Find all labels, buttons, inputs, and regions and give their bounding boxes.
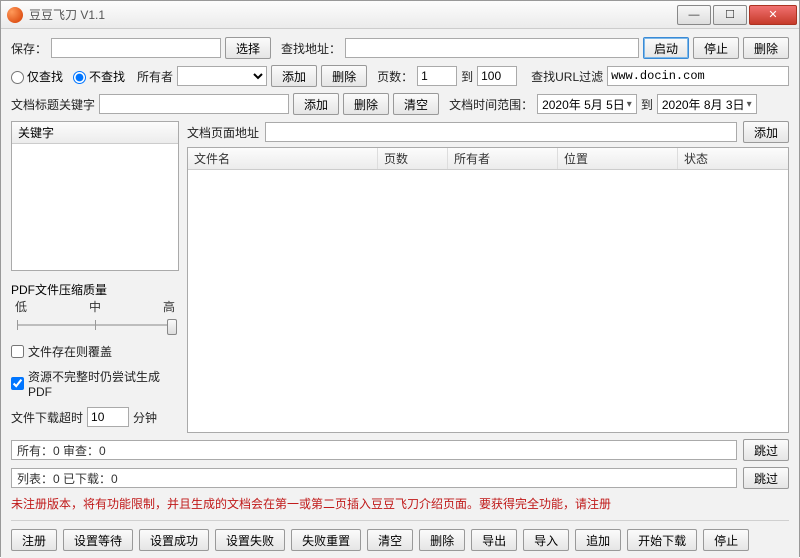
save-label: 保存： [11,40,47,57]
pages-to-label: 到 [461,68,473,85]
separator [11,520,789,521]
only-search-radio-label[interactable]: 仅查找 [11,68,63,85]
append-button[interactable]: 追加 [575,529,621,551]
title-kw-label: 文档标题关键字 [11,96,95,113]
overwrite-checkbox[interactable] [11,345,24,358]
set-fail-button[interactable]: 设置失败 [215,529,285,551]
col-owner[interactable]: 所有者 [448,148,558,169]
kw-add-button[interactable]: 添加 [293,93,339,115]
select-button[interactable]: 选择 [225,37,271,59]
file-table[interactable]: 文件名 页数 所有者 位置 状态 [187,147,789,433]
owner-del-button[interactable]: 删除 [321,65,367,87]
find-addr-label: 查找地址： [281,40,341,57]
quality-low: 低 [15,298,27,315]
chevron-down-icon: ▾ [747,99,752,110]
date-to-field[interactable]: 2020年 8月 3日 ▾ [657,94,757,114]
status-all: 所有：0 审查：0 [11,440,737,460]
app-icon [7,7,23,23]
kw-clear-button[interactable]: 清空 [393,93,439,115]
timeout-row: 文件下载超时 分钟 [11,407,179,427]
skip-button-1[interactable]: 跳过 [743,439,789,461]
stop-button[interactable]: 停止 [693,37,739,59]
date-to-value: 2020年 8月 3日 [662,96,745,113]
timeout-unit: 分钟 [133,409,157,426]
col-pages[interactable]: 页数 [378,148,448,169]
chevron-down-icon: ▾ [627,99,632,110]
window-title: 豆豆飞刀 V1.1 [29,6,105,23]
stop2-button[interactable]: 停止 [703,529,749,551]
set-success-button[interactable]: 设置成功 [139,529,209,551]
fail-reset-button[interactable]: 失败重置 [291,529,361,551]
row-save: 保存： 选择 查找地址： 启动 停止 删除 [11,37,789,59]
timeout-input[interactable] [87,407,129,427]
timeout-label: 文件下载超时 [11,409,83,426]
date-from-field[interactable]: 2020年 5月 5日 ▾ [537,94,637,114]
page-addr-input[interactable] [265,122,737,142]
col-location[interactable]: 位置 [558,148,678,169]
title-kw-input[interactable] [99,94,289,114]
owner-label: 所有者 [137,68,173,85]
import-button[interactable]: 导入 [523,529,569,551]
only-search-radio[interactable] [11,71,24,84]
bottom-toolbar: 注册 设置等待 设置成功 设置失败 失败重置 清空 删除 导出 导入 追加 开始… [11,529,789,551]
no-search-radio[interactable] [73,71,86,84]
try-gen-checkbox[interactable] [11,377,24,390]
url-filter-input[interactable] [607,66,789,86]
register-button[interactable]: 注册 [11,529,57,551]
owner-add-button[interactable]: 添加 [271,65,317,87]
page-to-input[interactable] [477,66,517,86]
save-path-input[interactable] [51,38,221,58]
start-button[interactable]: 启动 [643,37,689,59]
minimize-button[interactable]: — [677,5,711,25]
page-addr-add-button[interactable]: 添加 [743,121,789,143]
col-filename[interactable]: 文件名 [188,148,378,169]
col-status[interactable]: 状态 [678,148,788,169]
quality-high: 高 [163,298,175,315]
keyword-list[interactable]: 关键字 [11,121,179,271]
overwrite-row[interactable]: 文件存在则覆盖 [11,343,179,360]
no-search-radio-label[interactable]: 不查找 [73,68,125,85]
overwrite-label: 文件存在则覆盖 [28,343,112,360]
clear-button[interactable]: 清空 [367,529,413,551]
export-button[interactable]: 导出 [471,529,517,551]
url-filter-label: 查找URL过滤 [531,68,603,85]
pdf-quality-label: PDF文件压缩质量 [11,281,179,298]
quality-slider[interactable] [11,315,179,335]
try-gen-label: 资源不完整时仍尝试生成PDF [28,368,179,399]
quality-mid: 中 [89,298,101,315]
time-range-label: 文档时间范围： [449,96,533,113]
start-download-button[interactable]: 开始下载 [627,529,697,551]
delete2-button[interactable]: 删除 [419,529,465,551]
skip-button-2[interactable]: 跳过 [743,467,789,489]
close-button[interactable]: ✕ [749,5,797,25]
register-notice: 未注册版本，将有功能限制，并且生成的文档会在第一或第二页插入豆豆飞刀介绍页面。要… [11,495,789,512]
keyword-list-header: 关键字 [12,122,178,144]
page-addr-label: 文档页面地址 [187,124,259,141]
titlebar: 豆豆飞刀 V1.1 — ☐ ✕ [1,1,799,29]
owner-select[interactable] [177,66,267,86]
kw-del-button[interactable]: 删除 [343,93,389,115]
find-addr-input[interactable] [345,38,639,58]
row-title-kw: 文档标题关键字 添加 删除 清空 文档时间范围： 2020年 5月 5日 ▾ 到… [11,93,789,115]
status-list: 列表：0 已下载：0 [11,468,737,488]
file-table-header: 文件名 页数 所有者 位置 状态 [188,148,788,170]
row-search-opts: 仅查找 不查找 所有者 添加 删除 页数： 到 查找URL过滤 [11,65,789,87]
try-gen-row[interactable]: 资源不完整时仍尝试生成PDF [11,368,179,399]
set-wait-button[interactable]: 设置等待 [63,529,133,551]
date-from-value: 2020年 5月 5日 [542,96,625,113]
pdf-quality-group: PDF文件压缩质量 低 中 高 [11,281,179,335]
page-from-input[interactable] [417,66,457,86]
date-to-label: 到 [641,96,653,113]
maximize-button[interactable]: ☐ [713,5,747,25]
pages-label: 页数： [377,68,413,85]
delete-button[interactable]: 删除 [743,37,789,59]
